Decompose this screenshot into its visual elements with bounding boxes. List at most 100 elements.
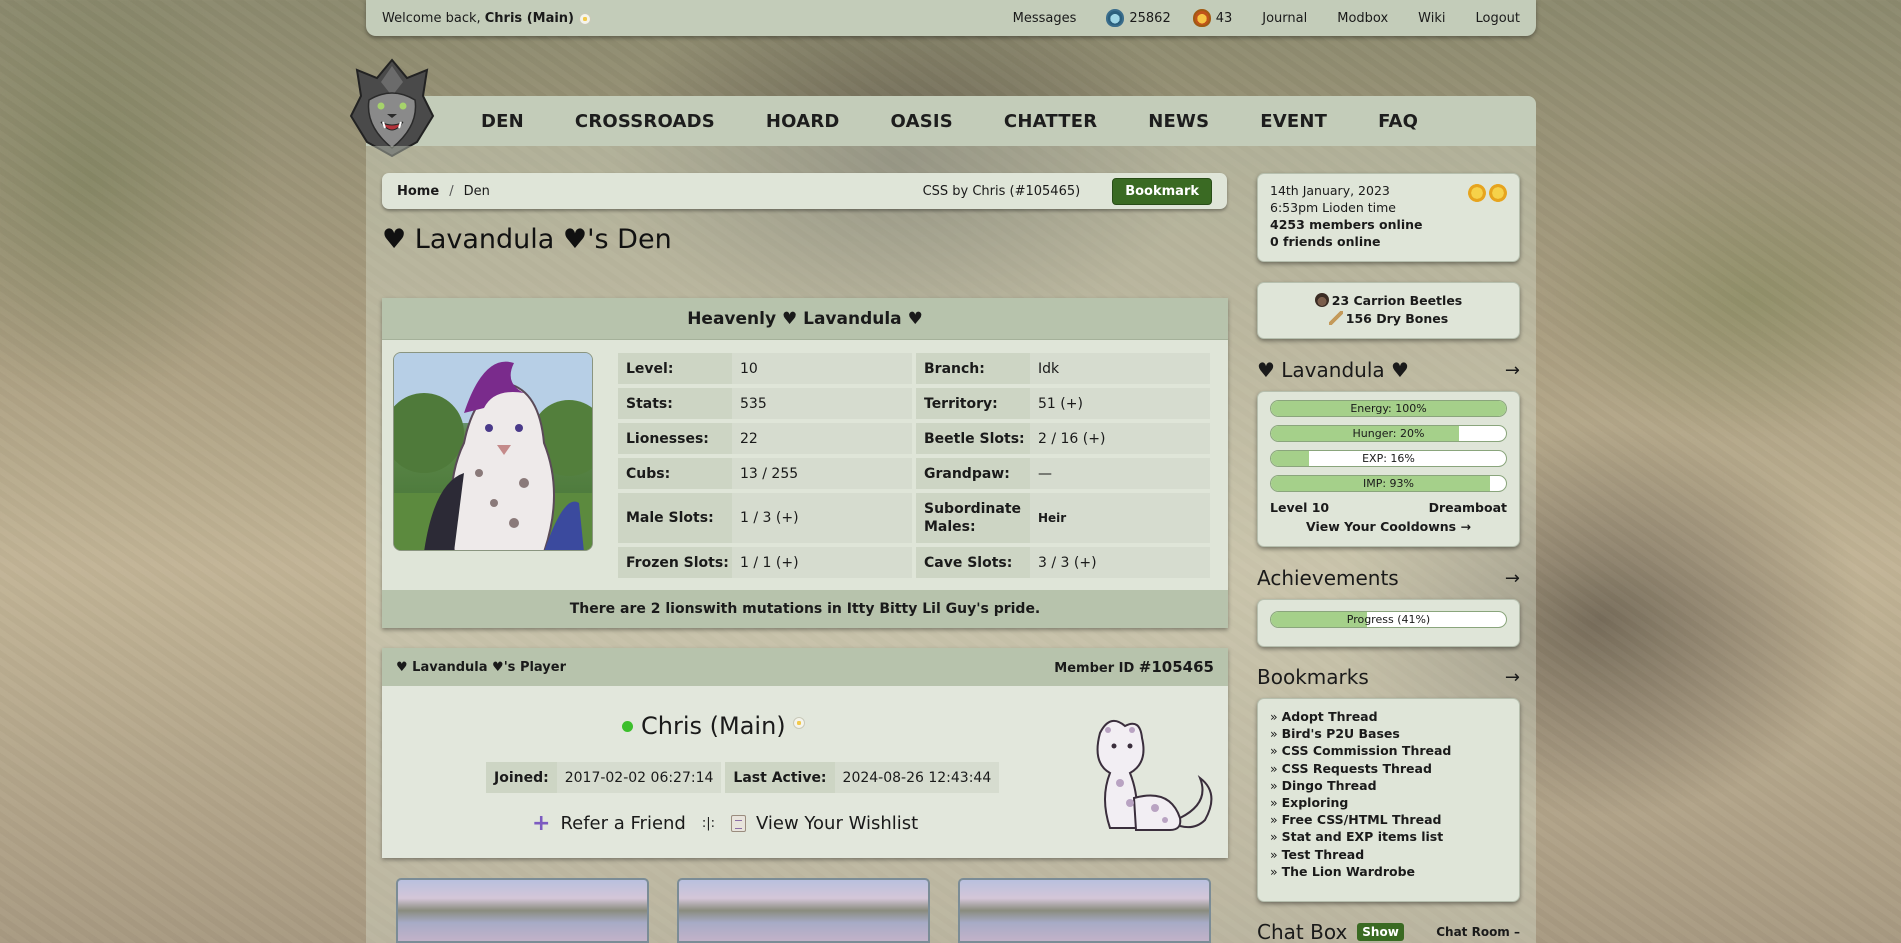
journal-link[interactable]: Journal (1262, 11, 1307, 26)
hunger-bar: Hunger: 20% (1270, 425, 1507, 442)
link-divider: :|: (701, 816, 715, 831)
bookmark-link[interactable]: Stat and EXP items list (1270, 828, 1507, 845)
wiki-link[interactable]: Wiki (1418, 11, 1445, 26)
stat-label: Stats: (618, 388, 732, 419)
joined-date: 2017-02-02 06:27:14 (556, 762, 722, 793)
stat-value[interactable]: Heir (1030, 493, 1210, 543)
nav-oasis[interactable]: OASIS (891, 111, 953, 132)
den-thumbnail[interactable] (677, 878, 930, 943)
chat-show-button[interactable]: Show (1357, 923, 1404, 941)
den-thumbnail[interactable] (396, 878, 649, 943)
exp-bar: EXP: 16% (1270, 450, 1507, 467)
bookmark-link[interactable]: The Lion Wardrobe (1270, 863, 1507, 880)
breadcrumb-separator: / (449, 183, 454, 199)
bookmark-button[interactable]: Bookmark (1112, 177, 1212, 205)
stat-label: Grandpaw: (916, 458, 1030, 489)
weather-icons (1468, 184, 1507, 202)
pride-title: Heavenly ♥ Lavandula ♥ (382, 298, 1228, 340)
stat-value[interactable]: 51 (+) (1030, 388, 1210, 419)
messages-link[interactable]: Messages (1013, 11, 1077, 26)
bookmark-link[interactable]: CSS Requests Thread (1270, 760, 1507, 777)
arrow-right-icon[interactable]: → (1505, 667, 1520, 688)
nav-chatter[interactable]: CHATTER (1004, 111, 1097, 132)
stat-value[interactable]: 1 / 3 (+) (732, 493, 912, 543)
level-text: Level 10 (1270, 500, 1330, 515)
lion-logo-icon[interactable] (347, 56, 437, 160)
username-link[interactable]: Chris (Main) (485, 11, 574, 26)
bookmark-link[interactable]: CSS Commission Thread (1270, 742, 1507, 759)
den-thumbnail[interactable] (958, 878, 1211, 943)
sun-icon (1468, 184, 1486, 202)
stat-label: Level: (618, 353, 732, 384)
wishlist-icon (731, 815, 746, 832)
cooldowns-link[interactable]: View Your Cooldowns → (1270, 519, 1507, 534)
player-dates: Joined: 2017-02-02 06:27:14 Last Active:… (486, 762, 1003, 793)
arrow-right-icon[interactable]: → (1505, 360, 1520, 381)
wishlist-link[interactable]: View Your Wishlist (756, 813, 918, 834)
title-text: Dreamboat (1428, 500, 1507, 515)
arrow-right-icon[interactable]: → (1505, 568, 1520, 589)
flower-icon (578, 12, 592, 25)
nav-event[interactable]: EVENT (1260, 111, 1327, 132)
nav-hoard[interactable]: HOARD (766, 111, 840, 132)
beetles-currency[interactable]: 25862 (1106, 9, 1171, 27)
pride-stats: Level: 10 Branch: Idk Stats: 535 Territory:… (618, 353, 1210, 582)
bookmark-link[interactable]: Adopt Thread (1270, 708, 1507, 725)
modbox-link[interactable]: Modbox (1337, 11, 1388, 26)
carrion-beetles[interactable]: 23 Carrion Beetles (1258, 292, 1519, 310)
stat-row: Cubs: 13 / 255 Grandpaw: — (618, 458, 1210, 489)
css-credit[interactable]: CSS by Chris (#105465) (923, 184, 1081, 199)
dry-bones[interactable]: 156 Dry Bones (1258, 310, 1519, 328)
refer-friend-link[interactable]: Refer a Friend (560, 813, 685, 834)
stat-label: Beetle Slots: (916, 423, 1030, 454)
imp-bar: IMP: 93% (1270, 475, 1507, 492)
gold-beetle-icon (1192, 9, 1211, 27)
stat-value: 13 / 255 (732, 458, 912, 489)
mutation-count-link[interactable]: 2 lions (651, 601, 703, 617)
stat-label: Cubs: (618, 458, 732, 489)
sun-icon (1489, 184, 1507, 202)
achievements-title: Achievements → (1257, 566, 1520, 590)
flower-icon (792, 716, 812, 736)
nav-faq[interactable]: FAQ (1378, 111, 1418, 132)
stat-value: Idk (1030, 353, 1210, 384)
stat-value: — (1030, 458, 1210, 489)
bookmark-link[interactable]: Bird's P2U Bases (1270, 725, 1507, 742)
player-name[interactable]: Chris (Main) (622, 712, 812, 740)
stat-label: Territory: (916, 388, 1030, 419)
friends-online[interactable]: 0 friends online (1270, 234, 1381, 249)
lion-portrait[interactable] (393, 352, 593, 551)
gold-beetles-currency[interactable]: 43 (1192, 9, 1232, 27)
logout-link[interactable]: Logout (1475, 11, 1520, 26)
beetle-icon (1106, 9, 1125, 27)
lion-status-panel: Energy: 100% Hunger: 20% EXP: 16% IMP: 9… (1257, 391, 1520, 547)
nav-den[interactable]: DEN (481, 111, 524, 132)
plus-icon: + (532, 811, 551, 836)
stat-row: Frozen Slots: 1 / 1 (+) Cave Slots: 3 / 3 … (618, 547, 1210, 578)
stat-value[interactable]: 3 / 3 (+) (1030, 547, 1210, 578)
bookmark-link[interactable]: Exploring (1270, 794, 1507, 811)
bookmark-link[interactable]: Dingo Thread (1270, 777, 1507, 794)
members-online[interactable]: 4253 members online (1270, 217, 1422, 232)
nav-news[interactable]: NEWS (1148, 111, 1209, 132)
stat-label: Subordinate Males: (916, 493, 1030, 543)
breadcrumb-current: Den (463, 183, 490, 199)
member-id: Member ID #105465 (1054, 658, 1214, 676)
achievements-panel: Progress (41%) (1257, 599, 1520, 647)
bookmark-link[interactable]: Free CSS/HTML Thread (1270, 811, 1507, 828)
nav-crossroads[interactable]: CROSSROADS (575, 111, 715, 132)
player-header-title: ♥ Lavandula ♥'s Player (396, 659, 567, 675)
stat-value[interactable]: 1 / 1 (+) (732, 547, 912, 578)
breadcrumb-home[interactable]: Home (397, 184, 439, 199)
beetle-icon (1314, 293, 1329, 307)
stat-label: Lionesses: (618, 423, 732, 454)
welcome-text: Welcome back, Chris (Main) (382, 11, 983, 26)
stat-value[interactable]: 2 / 16 (+) (1030, 423, 1210, 454)
breadcrumb: Home / Den CSS by Chris (#105465) Bookma… (382, 173, 1227, 209)
player-links: + Refer a Friend :|: View Your Wishlist (532, 811, 918, 836)
stat-label: Frozen Slots: (618, 547, 732, 578)
bookmark-link[interactable]: Test Thread (1270, 846, 1507, 863)
player-avatar-cub[interactable] (1070, 708, 1220, 838)
chat-room-link[interactable]: Chat Room – (1436, 925, 1520, 939)
online-status-icon (622, 720, 633, 732)
